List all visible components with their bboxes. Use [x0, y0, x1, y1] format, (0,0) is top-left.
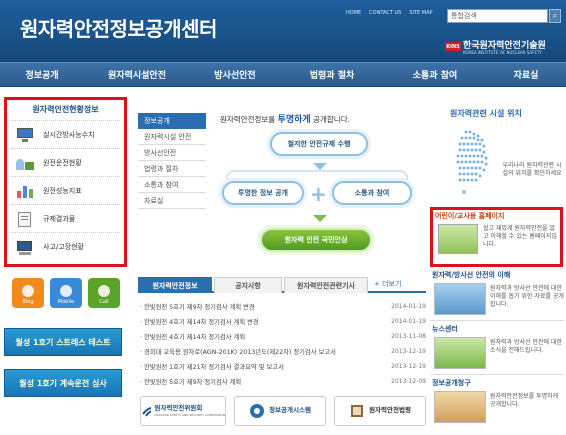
kids-teacher-homepage-box[interactable]: 어린이/교사용 홈페이지 쉽고 재밌게 원자력안전을 알고 이해할 수 있는 홈…: [430, 207, 563, 267]
nav-item-info-disclosure[interactable]: 정보공개: [0, 63, 84, 86]
tab-articles[interactable]: 원자력안전관련기사: [284, 277, 368, 293]
mobile-icon: [60, 285, 72, 297]
book-icon: [351, 405, 364, 417]
continued-operation-banner[interactable]: 월성 1호기 계속운전 심사: [4, 369, 122, 397]
safety-law-banner[interactable]: 원자력안전법령: [334, 396, 426, 426]
computer-icon: [15, 239, 35, 255]
intro-tab-laws[interactable]: 법령과 절차: [138, 161, 206, 177]
monitor-icon: [15, 127, 35, 143]
arrow-down-icon: [313, 215, 327, 222]
understanding-description: 원자력과 방사선 안전에 대한 이해를 돕기 위한 자료를 공개합니다.: [490, 285, 564, 308]
info-request-thumbnail: [434, 391, 486, 423]
document-icon: [15, 211, 35, 227]
blog-button[interactable]: Blog: [12, 278, 44, 308]
nav-item-communication[interactable]: 소통과 참여: [384, 63, 486, 86]
search-input[interactable]: 통합검색: [447, 9, 548, 23]
search-button[interactable]: ⌕: [549, 9, 561, 23]
home-link[interactable]: HOME: [346, 10, 361, 16]
nssc-banner[interactable]: 원자력안전위원회 NUCLEAR SAFETY AND SECURITY COMM…: [140, 396, 226, 426]
kids-title[interactable]: 어린이/교사용 홈페이지: [435, 211, 504, 221]
news-row[interactable]: · 한빛원전 1호기 제21차 정기검사 결과요약 및 보고서 2013-12-1…: [140, 360, 426, 373]
divider: [430, 374, 564, 375]
intro-tabs: 정보공개 원자력시설 안전 방사선안전 법령과 절차 소통과 참여 자료실: [138, 113, 208, 223]
news-tabs: 원자력안전정보 공지사항 원자력안전관련기사 + 더보기: [138, 277, 426, 293]
phone-icon: [98, 285, 110, 297]
nav-item-archive[interactable]: 자료실: [486, 63, 566, 86]
news-row[interactable]: · 한빛원전 5호기 제9차 정기검사 계획 변경 2014-01-19: [140, 300, 426, 313]
plant-icon: [15, 155, 35, 171]
tab-notices[interactable]: 공지사항: [214, 277, 282, 293]
diagram-connector: [226, 170, 408, 180]
facility-location-title[interactable]: 원자력관련 시설 위치: [450, 108, 522, 119]
news-center-description: 원자력과 방사선 안전에 대한 소식을 전해드립니다.: [490, 339, 562, 354]
diagram-transparent-disclosure: 투명한 정보 공개: [222, 181, 304, 205]
understanding-title[interactable]: 원자력/방사선 안전의 이해: [432, 270, 510, 280]
main-nav: 정보공개 원자력시설안전 방사선안전 법령과 절차 소통과 참여 자료실: [0, 62, 566, 87]
social-links: Blog Mobile Call: [12, 278, 122, 308]
more-link[interactable]: + 더보기: [374, 279, 401, 289]
utility-links: HOME CONTACT US SITE MAP: [346, 10, 433, 16]
info-request-description: 원자력안전정보를 투명하게 공개합니다.: [490, 393, 559, 408]
left-item-plant-operation[interactable]: 원전운전현황: [11, 148, 120, 176]
panel-title: 원자력안전현황정보: [32, 105, 99, 114]
nav-item-laws[interactable]: 법령과 절차: [280, 63, 384, 86]
news-row[interactable]: · 경희대 교육용 원자로(AGN-201K) 2013년도(제22차) 정기검…: [140, 345, 426, 358]
map-description: 우리나라 원자력관련 시설의 위치를 확인하세요: [502, 162, 562, 178]
left-item-realtime-radiation[interactable]: 실시간방사능수치: [11, 120, 120, 148]
contact-link[interactable]: CONTACT US: [369, 10, 401, 16]
intro-section: 정보공개 원자력시설 안전 방사선안전 법령과 절차 소통과 참여 자료실 원자…: [138, 108, 426, 260]
divider: [430, 320, 564, 321]
korea-map-icon[interactable]: [446, 126, 506, 198]
arrow-down-icon: [313, 163, 327, 170]
site-title[interactable]: 원자력안전정보공개센터: [20, 13, 217, 42]
intro-tab-communication[interactable]: 소통과 참여: [138, 177, 206, 193]
diagram-strict-regulation: 철저한 안전규제 수행: [270, 132, 368, 156]
call-button[interactable]: Call: [88, 278, 120, 308]
kids-thumbnail: [438, 224, 478, 254]
emblem-icon: [250, 404, 265, 418]
intro-tab-radiation[interactable]: 방사선안전: [138, 145, 206, 161]
news-center-thumbnail: [434, 337, 486, 369]
diagram-public-reassurance: 원자력 안전 국민안심: [260, 228, 372, 252]
nav-item-facility-safety[interactable]: 원자력시설안전: [84, 63, 190, 86]
left-item-incidents[interactable]: 사고/고장현황: [11, 232, 120, 260]
blog-icon: [22, 285, 34, 297]
intro-tab-facility[interactable]: 원자력시설 안전: [138, 129, 206, 145]
bar-chart-icon: [15, 183, 35, 199]
search-icon: ⌕: [552, 11, 558, 20]
mobile-button[interactable]: Mobile: [50, 278, 82, 308]
left-item-performance[interactable]: 원전성능지표: [11, 176, 120, 204]
news-row[interactable]: · 한빛원전 4호기 제14차 정기검사 계획 2013-11-08: [140, 330, 426, 343]
kins-logo-icon: KINS: [445, 42, 461, 51]
diagram-communication: 소통과 참여: [332, 181, 412, 205]
info-disclosure-system-banner[interactable]: 정보공개시스템: [234, 396, 326, 426]
left-item-regulation-results[interactable]: 규제결과물: [11, 204, 120, 232]
safety-status-panel: 원자력안전현황정보 실시간방사능수치 원전운전현황 원전성능지표 규제결과물 사…: [4, 97, 127, 267]
understanding-thumbnail: [434, 283, 486, 315]
info-request-title[interactable]: 정보공개청구: [432, 378, 471, 388]
sitemap-link[interactable]: SITE MAP: [409, 10, 432, 16]
intro-heading: 원자력안전정보를 투명하게 공개합니다.: [220, 115, 350, 125]
news-center-title[interactable]: 뉴스센터: [432, 324, 458, 334]
tab-safety-info[interactable]: 원자력안전정보: [138, 277, 212, 293]
org-english-name: KOREA INSTITUTE OF NUCLEAR SAFETY: [463, 50, 542, 55]
plus-icon: +: [310, 182, 327, 206]
kids-description: 쉽고 재밌게 원자력안전을 알고 이해할 수 있는 홈페이지입니다.: [483, 225, 557, 248]
nssc-logo-icon: [142, 407, 151, 417]
stress-test-banner[interactable]: 월성 1호기 스트레스 테스트: [4, 328, 122, 356]
news-row[interactable]: · 한빛원전 5호기 제9차 정기검사 계획 2013-12-09: [140, 375, 426, 388]
news-row[interactable]: · 한빛원전 4호기 제14차 정기검사 계획 변경 2014-01-19: [140, 315, 426, 328]
nav-item-radiation-safety[interactable]: 방사선안전: [190, 63, 280, 86]
intro-tab-disclosure[interactable]: 정보공개: [138, 113, 206, 129]
intro-tab-archive[interactable]: 자료실: [138, 193, 206, 209]
